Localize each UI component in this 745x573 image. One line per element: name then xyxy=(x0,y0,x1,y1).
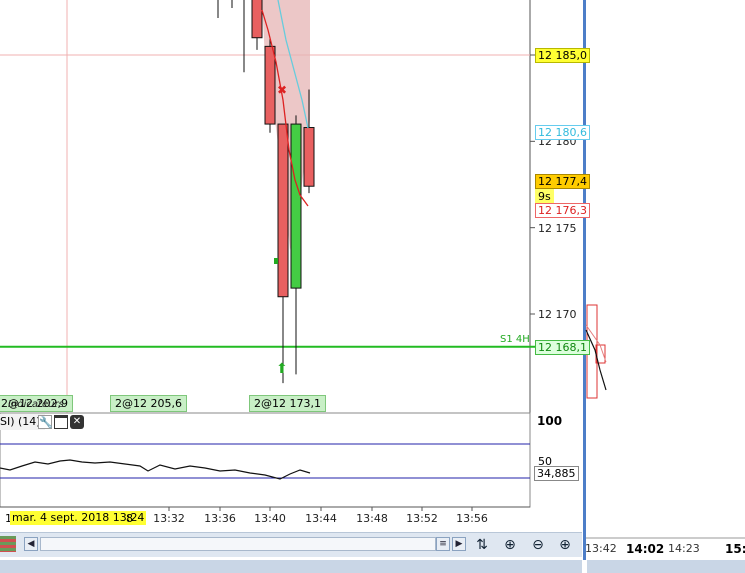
price-tick: 12 170 xyxy=(538,308,577,321)
time-tick: 13:48 xyxy=(356,512,388,525)
candle-body xyxy=(251,0,263,39)
trade-label[interactable]: 2@12 205,6 xyxy=(110,395,187,412)
support-line-label: S1 4H xyxy=(500,334,530,345)
time-tick-partial: 8 xyxy=(126,512,133,525)
bars-icon[interactable] xyxy=(0,536,16,552)
close-marker-icon: ✖ xyxy=(277,83,288,97)
right-time-tick: 15:0 xyxy=(725,542,745,556)
price-label-12180: 12 180,6 xyxy=(535,125,590,140)
right-time-tick: 14:02 xyxy=(626,542,665,556)
time-tick: 13:56 xyxy=(456,512,488,525)
price-label-12176: 12 176,3 xyxy=(535,203,590,218)
time-tick: 13:36 xyxy=(204,512,236,525)
zoom-area-icon[interactable]: ⊕ xyxy=(500,535,520,555)
time-tick: 13:52 xyxy=(406,512,438,525)
close-indicator-icon[interactable]: ✕ xyxy=(70,415,84,429)
countdown-label: 9s xyxy=(535,189,554,204)
status-strip xyxy=(0,560,582,573)
candle-body xyxy=(277,123,289,298)
right-time-tick: 14:23 xyxy=(668,542,700,555)
scroll-track[interactable] xyxy=(40,537,436,551)
price-tick: 12 175 xyxy=(538,222,577,235)
wrench-icon[interactable]: 🔧 xyxy=(38,415,53,429)
indicator-panel-title: Indicateurs xyxy=(8,399,64,410)
price-label-current: 12 177,4 xyxy=(535,174,590,189)
time-tick: 13:44 xyxy=(305,512,337,525)
entry-marker xyxy=(274,258,278,264)
rsi-axis-top: 100 xyxy=(537,414,563,428)
scroll-thumb-grip[interactable]: ≡ xyxy=(436,537,450,551)
zoom-in-icon[interactable]: ⊕ xyxy=(555,535,575,555)
candle-body xyxy=(303,127,315,187)
candle-body xyxy=(264,45,276,125)
status-strip-right xyxy=(587,560,745,573)
pointer-tool-icon[interactable]: ⇅ xyxy=(472,535,492,555)
candle-body xyxy=(290,123,302,289)
price-label-support: 12 168,1 xyxy=(535,340,590,355)
scroll-left-button[interactable]: ◀ xyxy=(24,537,38,551)
zoom-out-icon[interactable]: ⊖ xyxy=(528,535,548,555)
time-tick: 13:40 xyxy=(254,512,286,525)
panel-divider xyxy=(583,0,586,560)
price-label-12185: 12 185,0 xyxy=(535,48,590,63)
trade-label[interactable]: 2@12 173,1 xyxy=(249,395,326,412)
window-icon[interactable] xyxy=(54,415,68,429)
scroll-right-button[interactable]: ▶ xyxy=(452,537,466,551)
buy-arrow-icon: ⬆ xyxy=(276,361,288,377)
rsi-value: 34,885 xyxy=(534,466,579,481)
time-tick: 13:32 xyxy=(153,512,185,525)
price-chart[interactable] xyxy=(0,0,745,573)
rsi-label: SI) (14) xyxy=(0,415,41,428)
right-time-tick: 13:42 xyxy=(585,542,617,555)
